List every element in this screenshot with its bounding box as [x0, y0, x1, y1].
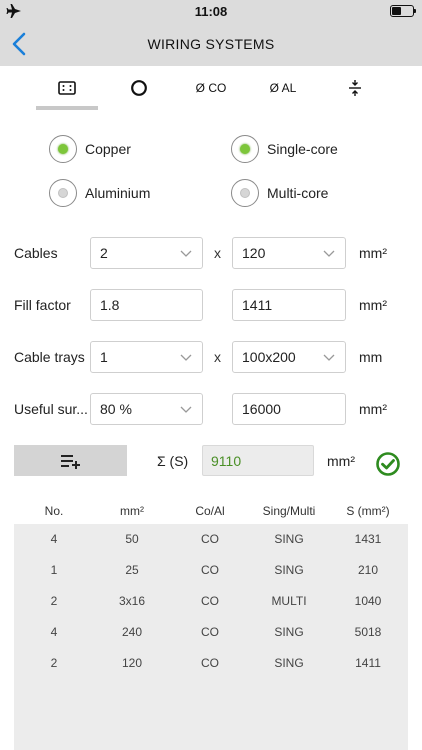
chevron-down-icon [180, 406, 192, 413]
fill-factor-label: Fill factor [14, 297, 71, 313]
column-header-sing-multi: Sing/Multi [262, 504, 316, 518]
chevron-down-icon [180, 354, 192, 361]
status-bar: 11:08 [0, 0, 422, 22]
radio-copper-label: Copper [85, 141, 131, 157]
cell-sing-multi: SING [274, 625, 304, 639]
radio-aluminium-circle [49, 179, 77, 207]
cables-unit: mm² [359, 245, 387, 261]
cables-times-sign: x [214, 245, 221, 261]
cell-no: 2 [50, 656, 58, 670]
cable-table: 4 50 CO SING 1431 1 25 CO SING 210 2 3x1… [14, 524, 408, 750]
add-to-list-button[interactable] [14, 445, 127, 476]
nav-bar: WIRING SYSTEMS [0, 22, 422, 66]
battery-icon [390, 5, 416, 17]
table-row[interactable]: 2 3x16 CO MULTI 1040 [14, 586, 408, 617]
cell-no: 1 [50, 563, 58, 577]
tab-bar: Ø CO Ø AL [0, 66, 422, 110]
useful-surface-percent-select[interactable]: 80 % [90, 393, 203, 425]
tab-diameter-co[interactable]: Ø CO [184, 66, 238, 110]
cell-co-al: CO [201, 625, 219, 639]
active-tab-indicator [36, 106, 98, 110]
cables-section-select[interactable]: 120 [232, 237, 346, 269]
radio-multi-core-circle [231, 179, 259, 207]
radio-single-core[interactable]: Single-core [231, 134, 338, 164]
cables-count-select[interactable]: 2 [90, 237, 203, 269]
cell-sing-multi: SING [274, 532, 304, 546]
cell-mm2: 50 [125, 532, 139, 546]
cell-s-mm2: 1040 [354, 594, 382, 608]
chevron-down-icon [323, 354, 335, 361]
cell-mm2: 120 [121, 656, 143, 670]
cell-co-al: CO [201, 532, 219, 546]
cell-s-mm2: 5018 [354, 625, 382, 639]
tab-circle[interactable] [112, 66, 166, 110]
cell-no: 2 [50, 594, 58, 608]
cell-co-al: CO [201, 594, 219, 608]
radio-single-core-circle [231, 135, 259, 163]
compress-arrows-icon [349, 80, 361, 96]
fill-factor-input[interactable]: 1.8 [90, 289, 203, 321]
useful-surface-result-field[interactable]: 16000 [232, 393, 346, 425]
table-row[interactable]: 4 50 CO SING 1431 [14, 524, 408, 555]
check-circle-icon [376, 452, 400, 476]
cable-trays-size-value: 100x200 [242, 349, 296, 365]
cell-no: 4 [50, 625, 58, 639]
radio-copper-circle [49, 135, 77, 163]
cable-trays-label: Cable trays [14, 349, 85, 365]
radio-copper[interactable]: Copper [49, 134, 131, 164]
sum-label: Σ (S) [157, 453, 189, 469]
fill-factor-unit: mm² [359, 297, 387, 313]
table-row[interactable]: 1 25 CO SING 210 [14, 555, 408, 586]
table-row[interactable]: 2 120 CO SING 1411 [14, 648, 408, 679]
radio-multi-core-label: Multi-core [267, 185, 329, 201]
cell-co-al: CO [201, 563, 219, 577]
cell-sing-multi: SING [274, 656, 304, 670]
cell-s-mm2: 1431 [354, 532, 382, 546]
status-time: 11:08 [194, 4, 228, 19]
radio-aluminium[interactable]: Aluminium [49, 178, 150, 208]
cable-trays-times-sign: x [214, 349, 221, 365]
radio-multi-core[interactable]: Multi-core [231, 178, 328, 208]
radio-single-core-label: Single-core [267, 141, 338, 157]
cable-trays-size-select[interactable]: 100x200 [232, 341, 346, 373]
tab-rectangle[interactable] [36, 66, 98, 110]
cell-mm2: 240 [121, 625, 143, 639]
cell-sing-multi: SING [274, 563, 304, 577]
cell-s-mm2: 1411 [355, 656, 381, 670]
page-title: WIRING SYSTEMS [147, 36, 275, 52]
cable-trays-count-select[interactable]: 1 [90, 341, 203, 373]
useful-surface-percent-value: 80 % [100, 401, 132, 417]
table-header: No. mm² Co/Al Sing/Multi S (mm²) [14, 500, 408, 524]
cell-co-al: CO [201, 656, 219, 670]
chevron-down-icon [180, 250, 192, 257]
cell-sing-multi: MULTI [271, 594, 307, 608]
tab-diameter-al[interactable]: Ø AL [256, 66, 310, 110]
useful-surface-label: Useful sur... [14, 401, 88, 417]
cell-no: 4 [50, 532, 58, 546]
cell-mm2: 3x16 [118, 594, 146, 608]
chevron-down-icon [323, 250, 335, 257]
playlist-add-icon [60, 454, 80, 469]
cable-trays-unit: mm [359, 349, 383, 365]
column-header-s-mm2: S (mm²) [346, 504, 390, 518]
circle-icon [131, 80, 147, 96]
sum-unit: mm² [327, 453, 355, 469]
radio-aluminium-label: Aluminium [85, 185, 151, 201]
table-row[interactable]: 4 240 CO SING 5018 [14, 617, 408, 648]
fill-factor-result-field[interactable]: 1411 [232, 289, 346, 321]
tab-compress[interactable] [328, 66, 382, 110]
cables-section-value: 120 [242, 245, 266, 261]
cables-label: Cables [14, 245, 58, 261]
cell-s-mm2: 210 [357, 563, 379, 577]
column-header-no: No. [44, 504, 64, 518]
column-header-mm2: mm² [120, 504, 144, 518]
sum-value-field: 9110 [202, 445, 314, 476]
column-header-co-al: Co/Al [195, 504, 225, 518]
cable-trays-count-value: 1 [100, 349, 108, 365]
cell-mm2: 25 [125, 563, 139, 577]
useful-surface-unit: mm² [359, 401, 387, 417]
cables-count-value: 2 [100, 245, 108, 261]
rectangle-dots-icon [58, 81, 76, 95]
